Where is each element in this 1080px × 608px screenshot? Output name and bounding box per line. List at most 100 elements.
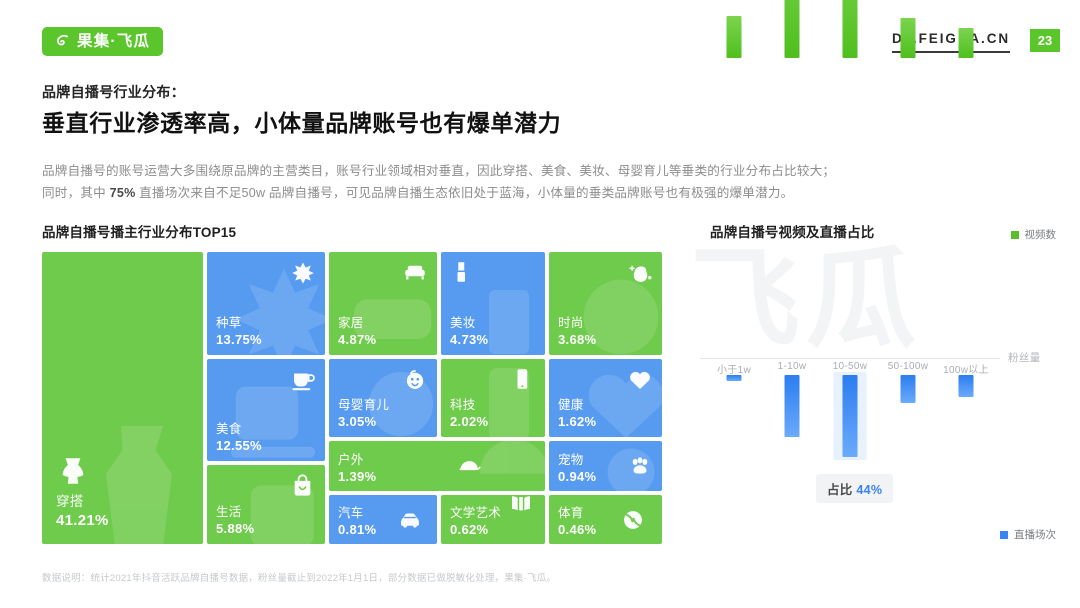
highlight-callout: 占比 44% (816, 474, 894, 503)
treemap-tile-percent: 0.94% (558, 469, 597, 485)
heart-icon (627, 367, 653, 393)
category-label: 小于1w (717, 365, 751, 376)
treemap-tile-percent: 0.81% (338, 522, 377, 538)
treemap-tile-labels: 种草 13.75% (216, 316, 262, 348)
treemap-tile-name: 科技 (450, 397, 476, 412)
treemap-tile-percent: 12.55% (216, 438, 262, 454)
treemap-tile-name: 户外 (338, 452, 364, 467)
treemap-tile[interactable]: 宠物 0.94% (549, 441, 662, 491)
page-number-badge: 23 (1030, 29, 1060, 52)
chart-axis-line (700, 358, 1000, 359)
treemap-tile-name: 生活 (216, 504, 242, 519)
treemap-tile[interactable]: 健康 1.62% (549, 359, 662, 437)
treemap-tile-name: 体育 (558, 505, 584, 520)
cap-icon (457, 453, 483, 479)
video-count-bar (900, 18, 916, 58)
live-session-bar (900, 375, 916, 403)
treemap-tile[interactable]: 美妆 4.73% (441, 252, 545, 355)
lipstick-icon (450, 260, 476, 286)
treemap-section-title: 品牌自播号播主行业分布TOP15 (42, 225, 237, 240)
smartphone-icon (510, 367, 536, 393)
treemap-tile-percent: 1.62% (558, 414, 597, 430)
baby-icon (402, 367, 428, 393)
legend-swatch-blue (1000, 530, 1008, 539)
video-count-bar (726, 16, 742, 58)
treemap-tile[interactable]: 穿搭 41.21% (42, 252, 203, 544)
treemap-tile-percent: 3.05% (338, 414, 377, 430)
footnote: 数据说明：统计2021年抖音活跃品牌自播号数据，粉丝量截止到2022年1月1日，… (42, 573, 557, 584)
treemap-tile-labels: 美食 12.55% (216, 422, 262, 454)
treemap-tile-name: 健康 (558, 397, 584, 412)
tennis-ball-icon (620, 507, 646, 533)
intro-highlight-value: 75% (109, 186, 136, 200)
treemap-tile[interactable]: 文学艺术 0.62% (441, 495, 545, 544)
chart-section-title: 品牌自播号视频及直播占比 (710, 225, 875, 240)
sofa-icon (402, 260, 428, 286)
treemap-tile-percent: 0.62% (450, 522, 489, 538)
dress-icon (56, 454, 90, 488)
brand-logo: 果集·飞瓜 (42, 27, 164, 56)
treemap-tile-percent: 1.39% (338, 469, 377, 485)
treemap-tile-name: 母婴育儿 (338, 397, 390, 412)
intro-line-1-text: 品牌自播号的账号运营大多围绕原品牌的主营类目，账号行业领域相对垂直，因此穿搭、美… (42, 164, 836, 178)
treemap-tile[interactable]: 母婴育儿 3.05% (329, 359, 437, 437)
live-session-bar (842, 375, 858, 457)
swirl-icon (53, 33, 70, 50)
treemap-tile[interactable]: 时尚 3.68% (549, 252, 662, 355)
video-count-bar (842, 0, 858, 58)
treemap-tile-percent: 4.87% (338, 332, 377, 348)
paw-icon (627, 453, 653, 479)
treemap-tile-name: 宠物 (558, 452, 584, 467)
treemap-tile[interactable]: 家居 4.87% (329, 252, 437, 355)
treemap-tile-labels: 科技 2.02% (450, 398, 488, 430)
live-session-bar (726, 375, 742, 381)
treemap-tile-labels: 穿搭 41.21% (56, 494, 109, 530)
category-label: 1-10w (777, 361, 807, 372)
treemap-tile-labels: 宠物 0.94% (558, 453, 596, 485)
treemap-tile-name: 文学艺术 (450, 505, 502, 520)
treemap-tile-labels: 体育 0.46% (558, 506, 596, 538)
intro-line-2: 同时，其中 75% 直播场次来自不足50w 品牌自播号，可见品牌自播生态依旧处于… (42, 182, 1047, 204)
treemap-tile-name: 美妆 (450, 315, 476, 330)
treemap-tile-labels: 生活 5.88% (216, 505, 254, 537)
intro-line-1: 品牌自播号的账号运营大多围绕原品牌的主营类目，账号行业领域相对垂直，因此穿搭、美… (42, 160, 1047, 182)
treemap-tile-percent: 5.88% (216, 521, 255, 537)
treemap-tile-labels: 时尚 3.68% (558, 316, 596, 348)
legend-video-count[interactable]: 视频数 (1010, 227, 1056, 242)
live-session-bar (784, 375, 800, 437)
treemap-tile-percent: 4.73% (450, 332, 489, 348)
treemap-tile-name: 种草 (216, 315, 242, 330)
treemap-tile-percent: 13.75% (216, 332, 262, 348)
treemap-tile-labels: 家居 4.87% (338, 316, 376, 348)
treemap-tile-labels: 文学艺术 0.62% (450, 506, 501, 538)
page-title: 垂直行业渗透率高，小体量品牌账号也有爆单潜力 (42, 110, 562, 136)
car-icon (397, 507, 423, 533)
treemap-tile-labels: 户外 1.39% (338, 453, 376, 485)
treemap-tile[interactable]: 体育 0.46% (549, 495, 662, 544)
coffee-cup-icon (290, 367, 316, 393)
treemap-tile[interactable]: 生活 5.88% (207, 465, 325, 544)
treemap-tile-labels: 美妆 4.73% (450, 316, 488, 348)
treemap-tile-name: 美食 (216, 421, 242, 436)
legend-live-sessions[interactable]: 直播场次 (1000, 527, 1056, 542)
intro-line-2-prefix: 同时，其中 (42, 186, 110, 200)
slide-page: 果集·飞瓜 DY.FEIGUA.CN 23 品牌自播号行业分布： 垂直行业渗透率… (0, 0, 1080, 608)
treemap-tile-name: 时尚 (558, 315, 584, 330)
treemap-tile[interactable]: 科技 2.02% (441, 359, 545, 437)
x-axis-label: 粉丝量 (1008, 352, 1041, 364)
category-label: 100w以上 (943, 365, 989, 376)
intro-paragraph: 品牌自播号的账号运营大多围绕原品牌的主营类目，账号行业领域相对垂直，因此穿搭、美… (42, 160, 1047, 204)
category-label: 50-100w (887, 361, 929, 372)
treemap-tile[interactable]: 种草 13.75% (207, 252, 325, 355)
treemap-tile[interactable]: 汽车 0.81% (329, 495, 437, 544)
treemap-tile-labels: 母婴育儿 3.05% (338, 398, 389, 430)
video-count-bar (784, 0, 800, 58)
treemap-tile[interactable]: 美食 12.55% (207, 359, 325, 461)
treemap-tile[interactable]: 户外 1.39% (329, 441, 545, 491)
callout-prefix: 占比 (827, 483, 857, 497)
shopping-bag-icon (290, 473, 316, 499)
maple-leaf-icon (290, 260, 316, 286)
book-icon (509, 495, 535, 517)
treemap-tile-labels: 汽车 0.81% (338, 506, 376, 538)
legend-label: 直播场次 (1014, 529, 1056, 541)
